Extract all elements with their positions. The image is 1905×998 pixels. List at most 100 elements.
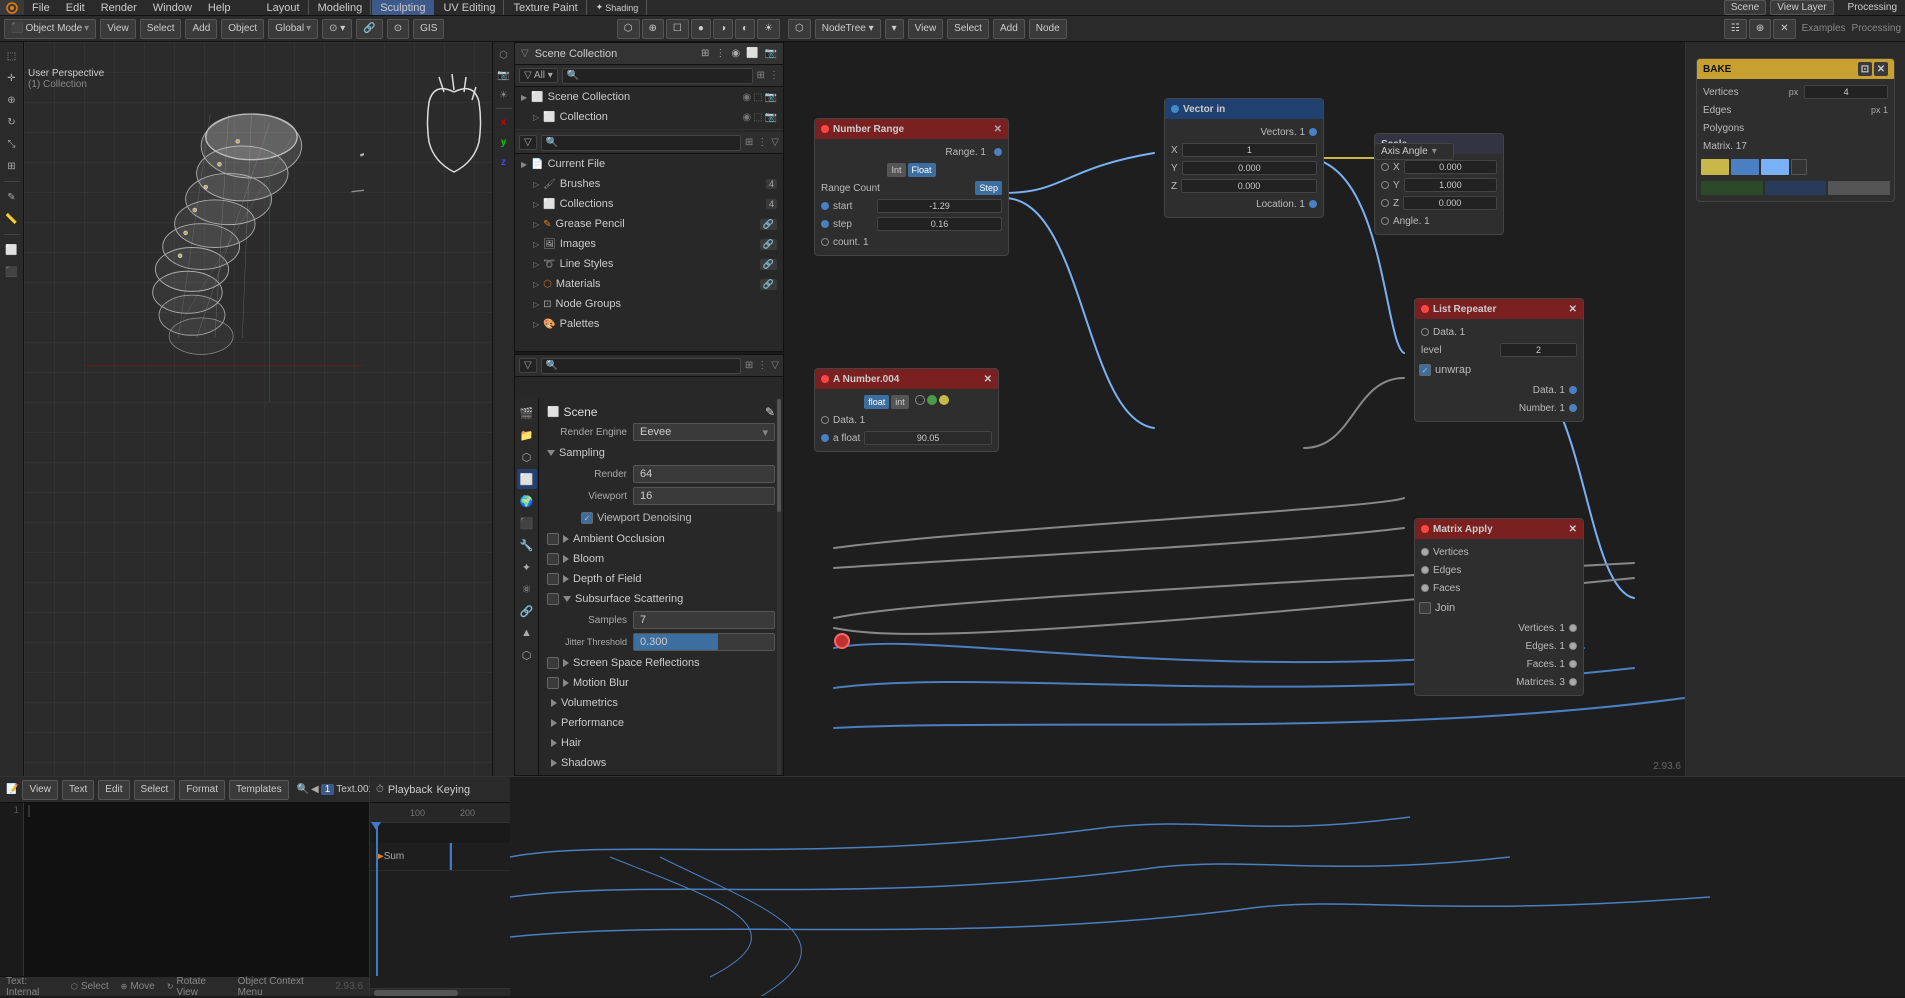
scale-z-in[interactable]: [1381, 199, 1389, 207]
vec-y-value[interactable]: 0.000: [1182, 161, 1317, 175]
tool-rotate[interactable]: ↻: [2, 112, 22, 132]
list-number-out-socket[interactable]: [1569, 404, 1577, 412]
ssr-checkbox[interactable]: [547, 657, 559, 669]
anumber-green-socket[interactable]: [927, 395, 937, 405]
anumber-extra-socket[interactable]: [915, 395, 925, 405]
anumber-yellow-socket[interactable]: [939, 395, 949, 405]
list-unwrap-checkbox[interactable]: ✓: [1419, 364, 1431, 376]
footer-select-btn[interactable]: ⬡ Select: [68, 981, 112, 992]
tool-measure[interactable]: 📏: [2, 209, 22, 229]
eye-icon2[interactable]: ◉: [742, 112, 751, 123]
bloom-header[interactable]: Bloom: [543, 549, 779, 569]
viewport-samples-input[interactable]: 16: [633, 487, 775, 505]
pivot-btn[interactable]: ⊙ ▾: [322, 19, 352, 39]
menu-window[interactable]: Window: [145, 0, 200, 15]
text-text-menu[interactable]: Text: [62, 780, 94, 800]
anumber-float-value[interactable]: 90.05: [864, 431, 992, 445]
anumber-int-btn[interactable]: int: [891, 395, 909, 409]
node-toolbar-icon1[interactable]: ☷: [1724, 19, 1747, 39]
menu-edit[interactable]: Edit: [58, 0, 93, 15]
ssr-header[interactable]: Screen Space Reflections: [543, 653, 779, 673]
bake-swatch-2[interactable]: [1731, 159, 1759, 175]
outliner-sort[interactable]: ⋮: [769, 70, 779, 81]
outliner-item-collection[interactable]: ▷ ⬜ Collection ◉ ⬚ 📷: [515, 107, 783, 127]
node-toolbar-icon2[interactable]: ⊕: [1749, 19, 1771, 39]
prop-view-layer-icon[interactable]: ⬡: [517, 447, 537, 467]
perspective-icon[interactable]: ⬡: [495, 46, 513, 64]
shading-solid[interactable]: ●: [691, 19, 711, 39]
prop-object-icon[interactable]: ⬛: [517, 513, 537, 533]
matrix-vert-in[interactable]: [1421, 548, 1429, 556]
anumber-float-btn[interactable]: float: [864, 395, 889, 409]
dof-header[interactable]: Depth of Field: [543, 569, 779, 589]
dof-checkbox[interactable]: [547, 573, 559, 585]
number-range-node[interactable]: Number Range ✕ Range. 1 Int Float Range …: [814, 118, 1009, 256]
count-socket[interactable]: [821, 238, 829, 246]
outliner-item-scene-collection[interactable]: ▶ ⬜ Scene Collection ◉ ⬚ 📷: [515, 87, 783, 107]
file-brushes[interactable]: ▷ 🖌 Brushes 4: [515, 174, 783, 194]
node-tree-selector[interactable]: ▾: [885, 19, 904, 39]
matrix-face-out[interactable]: [1569, 660, 1577, 668]
int-btn[interactable]: Int: [887, 163, 905, 177]
tab-modeling[interactable]: Modeling: [310, 0, 372, 15]
file-line-styles[interactable]: ▷ ➰ Line Styles 🔗: [515, 254, 783, 274]
tool-transform[interactable]: ⊞: [2, 156, 22, 176]
tool-add-cube[interactable]: ⬜: [2, 240, 22, 260]
timeline-icon[interactable]: ⏱: [376, 784, 384, 795]
tab-uv-editing[interactable]: UV Editing: [435, 0, 504, 15]
snap-btn[interactable]: 🔗: [356, 19, 382, 39]
sampling-section-header[interactable]: Sampling: [543, 443, 779, 463]
blender-logo-menu[interactable]: [0, 0, 24, 15]
matrix-close[interactable]: ✕: [1569, 524, 1577, 535]
scene-selector[interactable]: Scene: [1724, 0, 1766, 15]
node-close-icon[interactable]: ✕: [994, 124, 1002, 135]
text-name-badge[interactable]: 1: [321, 784, 335, 795]
node-editor-content[interactable]: Number Range ✕ Range. 1 Int Float Range …: [784, 68, 1685, 776]
file-current-file[interactable]: ▶ 📄 Current File: [515, 154, 783, 174]
tab-shading[interactable]: ✦ Shading: [588, 0, 648, 15]
outliner-options-btn[interactable]: ⋮: [715, 48, 725, 59]
scroll-indicator[interactable]: [777, 399, 781, 775]
footer-context-btn[interactable]: Object Context Menu: [238, 976, 330, 998]
vector-in-node[interactable]: Vector in Vectors. 1 X 1 Y 0.000 Z 0.000: [1164, 98, 1324, 218]
object-menu[interactable]: Object: [221, 19, 264, 39]
a-number-close[interactable]: ✕: [984, 374, 992, 385]
node-editor-type[interactable]: NodeTree ▾: [815, 19, 881, 39]
y-axis-view[interactable]: y: [495, 133, 513, 151]
scale-z-val[interactable]: 0.000: [1403, 196, 1497, 210]
float-btn[interactable]: Float: [908, 163, 936, 177]
render-engine-selector[interactable]: Eevee ▾: [633, 423, 775, 441]
scene-edit-icon[interactable]: ✎: [765, 405, 775, 419]
scale-x-val[interactable]: 0.000: [1404, 160, 1497, 174]
file-palettes[interactable]: ▷ 🎨 Palettes: [515, 314, 783, 334]
menu-render[interactable]: Render: [93, 0, 145, 15]
range-out-socket[interactable]: [994, 148, 1002, 156]
tool-move[interactable]: ⊕: [2, 90, 22, 110]
scale-y-val[interactable]: 1.000: [1404, 178, 1497, 192]
start-socket[interactable]: [821, 202, 829, 210]
view-layer-selector[interactable]: View Layer: [1770, 0, 1833, 15]
mb-checkbox[interactable]: [547, 677, 559, 689]
location-socket[interactable]: [1309, 200, 1317, 208]
prop-filter-dropdown[interactable]: ▽: [519, 358, 537, 373]
shading-material[interactable]: ◑: [713, 19, 733, 39]
bake-swatch-1[interactable]: [1701, 159, 1729, 175]
scale-y-in[interactable]: [1381, 181, 1389, 189]
list-level-value[interactable]: 2: [1500, 343, 1577, 357]
text-templates-menu[interactable]: Templates: [229, 780, 289, 800]
node-menu[interactable]: Node: [1029, 19, 1067, 39]
file-materials[interactable]: ▷ ⬡ Materials 🔗: [515, 274, 783, 294]
sss-header[interactable]: Subsurface Scattering: [543, 589, 779, 609]
file-collections[interactable]: ▷ ⬜ Collections 4: [515, 194, 783, 214]
prop-material-icon[interactable]: ⬡: [517, 645, 537, 665]
text-editing-area[interactable]: [24, 803, 369, 976]
shadows-header[interactable]: Shadows: [543, 753, 779, 773]
list-data-out-socket[interactable]: [1569, 386, 1577, 394]
step-value[interactable]: 0.16: [877, 217, 1002, 231]
file-grease-pencil[interactable]: ▷ ✎ Grease Pencil 🔗: [515, 214, 783, 234]
scale-x-in[interactable]: [1381, 163, 1389, 171]
viewport-icon2[interactable]: ⬚: [753, 112, 762, 123]
mode-selector[interactable]: ⬛ Object Mode ▾: [4, 19, 96, 39]
render-samples-input[interactable]: 64: [633, 465, 775, 483]
text-view-menu[interactable]: View: [22, 780, 58, 800]
